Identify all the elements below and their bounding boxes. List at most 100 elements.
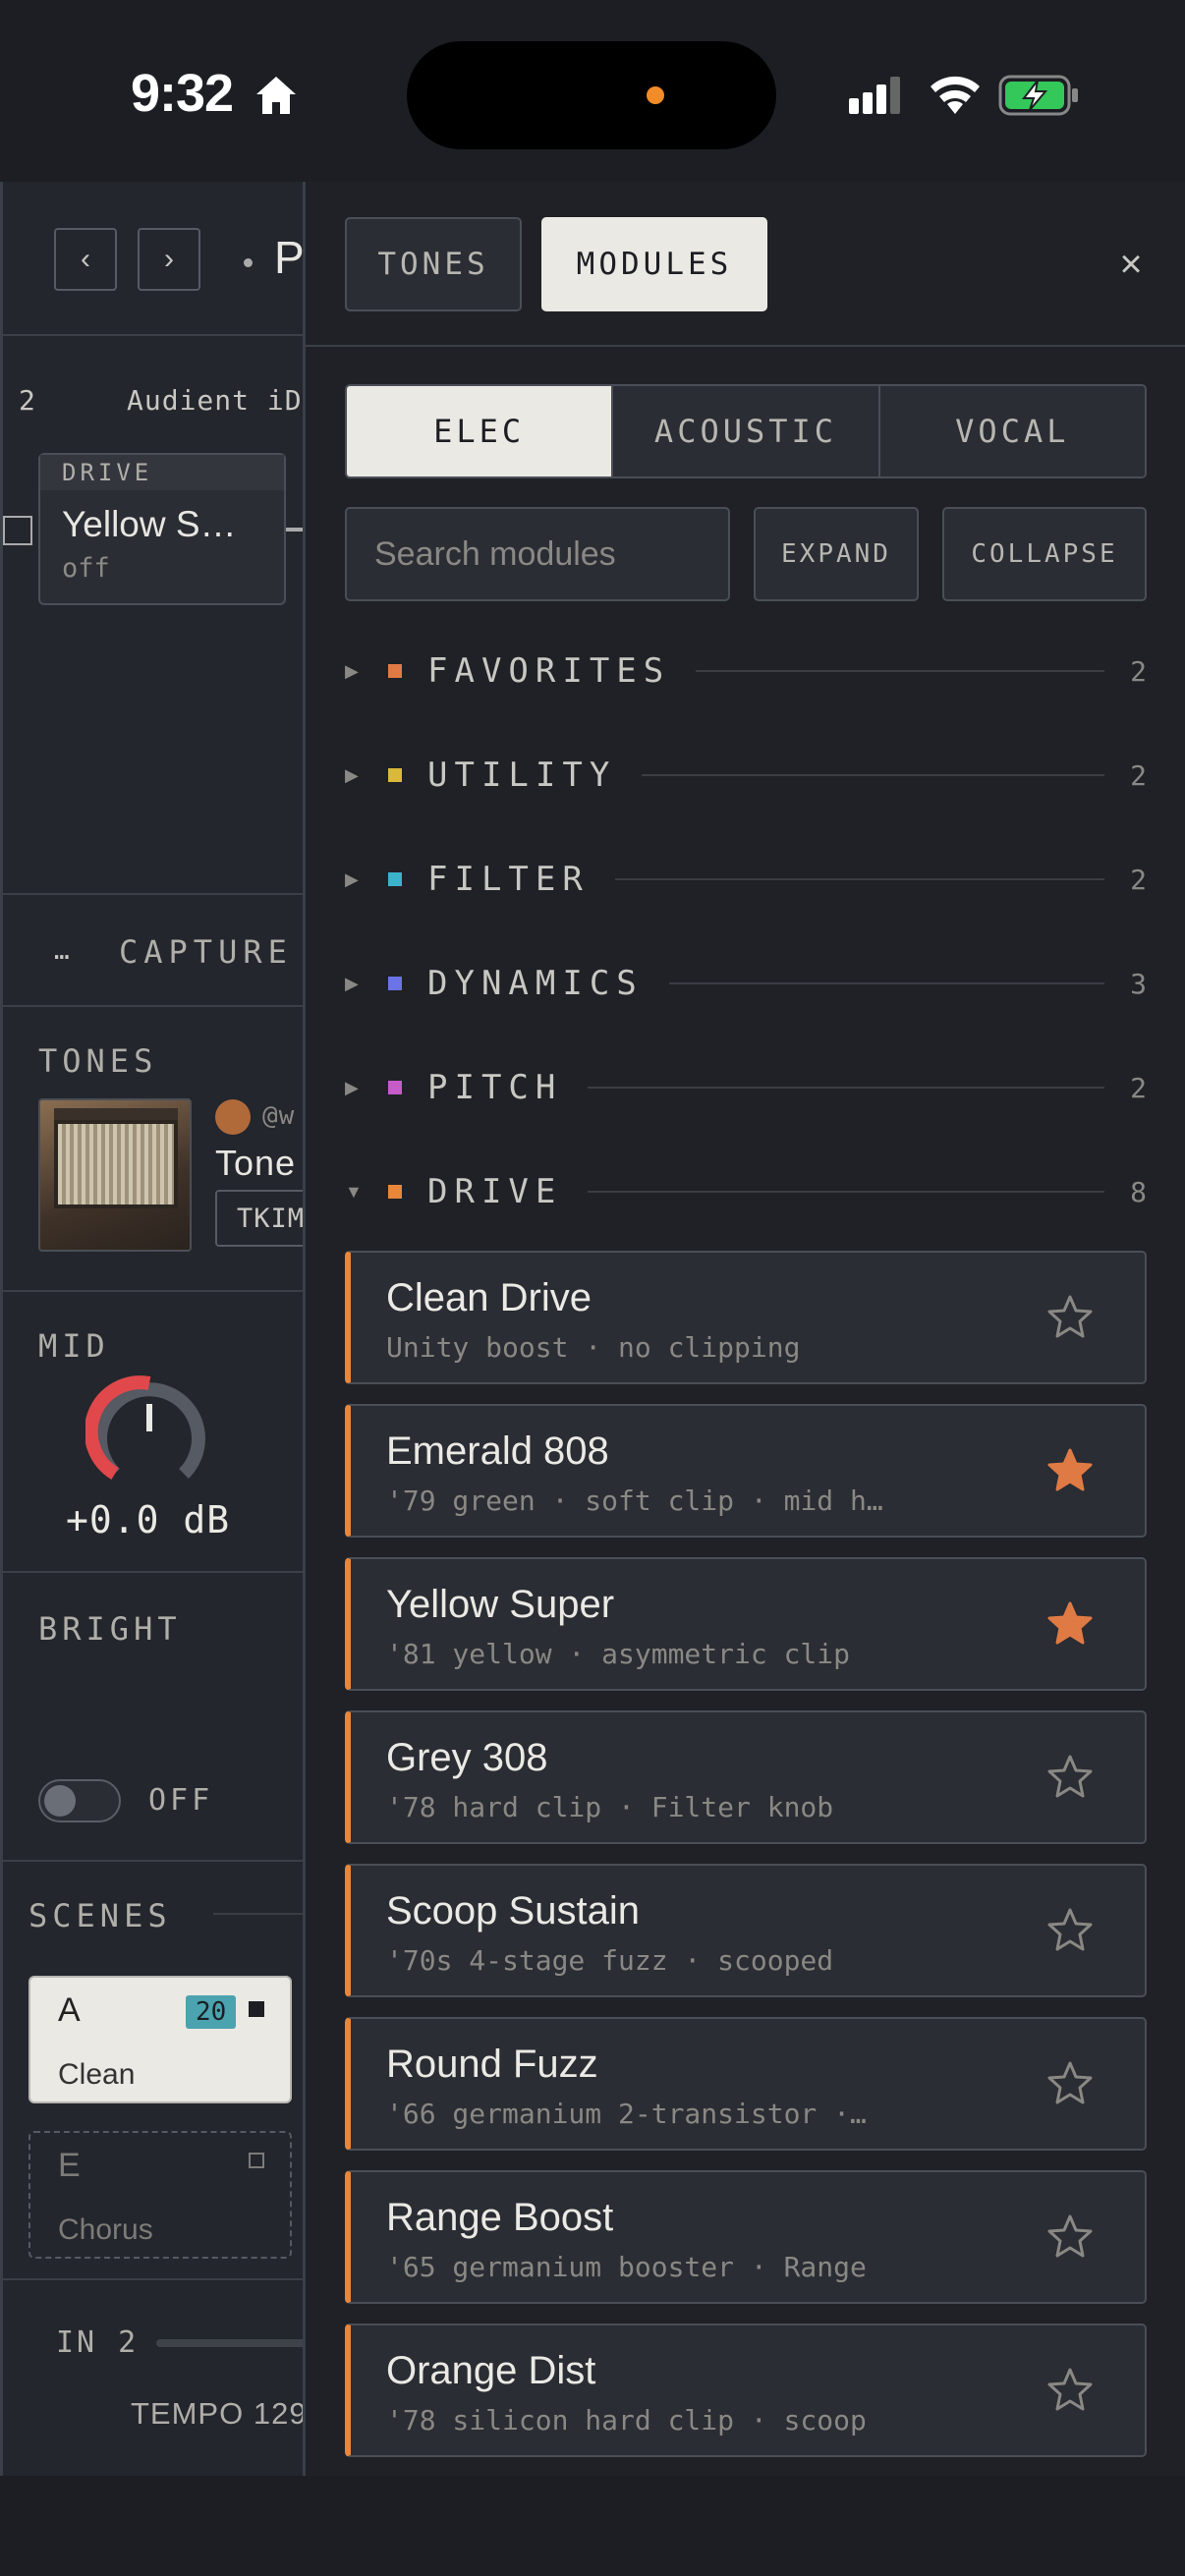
category-rule <box>696 670 1105 672</box>
star-outline-icon[interactable] <box>1044 1905 1096 1956</box>
module-description: '78 hard clip · Filter knob <box>386 1791 834 1823</box>
star-outline-icon[interactable] <box>1044 1752 1096 1803</box>
star-outline-icon[interactable] <box>1044 2058 1096 2109</box>
nav-next-button[interactable]: › <box>138 228 200 291</box>
drive-card-name: Yellow S… <box>62 504 237 544</box>
module-description: '65 germanium booster · Range <box>386 2251 867 2283</box>
category-name: PITCH <box>427 1068 563 1107</box>
source-segmented-control: ELEC ACOUSTIC VOCAL <box>345 384 1147 478</box>
tone-name: Tone <box>215 1143 297 1183</box>
category-color-swatch <box>388 1185 402 1199</box>
signal-node <box>3 516 32 545</box>
search-input[interactable] <box>345 507 730 601</box>
scene-a-badge: 20 <box>186 1995 237 2029</box>
tempo-label[interactable]: TEMPO 129 <box>131 2396 308 2432</box>
divider <box>3 1290 308 1292</box>
bright-label: BRIGHT <box>38 1610 182 1648</box>
bright-toggle[interactable] <box>38 1779 121 1822</box>
scene-e-letter: E <box>58 2147 81 2184</box>
star-filled-icon[interactable] <box>1044 1598 1096 1650</box>
scenes-label: SCENES <box>28 1897 172 1934</box>
category-rule <box>614 878 1105 880</box>
scene-e-card[interactable]: E Chorus <box>28 2131 292 2259</box>
category-count: 2 <box>1130 863 1147 896</box>
mid-knob[interactable] <box>85 1369 213 1496</box>
category-color-swatch <box>388 977 402 990</box>
module-item[interactable]: Grey 308 '78 hard clip · Filter knob <box>345 1710 1147 1844</box>
input-level-meter <box>156 2339 308 2347</box>
tones-section-label: TONES <box>38 1042 158 1080</box>
module-name: Range Boost <box>386 2196 614 2239</box>
module-item[interactable]: Yellow Super '81 yellow · asymmetric clip <box>345 1557 1147 1691</box>
home-icon <box>256 77 296 114</box>
module-name: Grey 308 <box>386 1736 548 1779</box>
collapse-button[interactable]: COLLAPSE <box>942 507 1147 601</box>
close-icon[interactable]: × <box>1100 233 1162 296</box>
segment-vocal[interactable]: VOCAL <box>879 386 1145 476</box>
category-rule <box>588 1191 1105 1193</box>
chevron-right-icon: ▶ <box>345 973 359 993</box>
scene-a-name: Clean <box>58 2058 136 2091</box>
scene-e-name: Chorus <box>58 2213 153 2246</box>
segment-acoustic[interactable]: ACOUSTIC <box>613 386 880 476</box>
tone-user-avatar <box>215 1099 251 1135</box>
mid-value: +0.0 dB <box>66 1498 231 1541</box>
category-favorites[interactable]: ▶ FAVORITES 2 <box>345 642 1147 700</box>
scene-e-square-icon <box>249 2153 264 2168</box>
scene-a-square-icon <box>249 2001 264 2017</box>
category-color-swatch <box>388 872 402 886</box>
module-item[interactable]: Range Boost '65 germanium booster · Range <box>345 2170 1147 2304</box>
chevron-right-icon: ▶ <box>345 764 359 785</box>
category-count: 2 <box>1130 654 1147 688</box>
chevron-right-icon: ▶ <box>345 868 359 889</box>
category-color-swatch <box>388 664 402 678</box>
expand-button[interactable]: EXPAND <box>754 507 919 601</box>
star-outline-icon[interactable] <box>1044 2212 1096 2263</box>
battery-charging-icon <box>998 75 1078 116</box>
capture-more-icon[interactable]: … <box>54 936 71 966</box>
panel-divider <box>306 345 1185 347</box>
category-count: 8 <box>1130 1175 1147 1208</box>
module-description: Unity boost · no clipping <box>386 1331 801 1364</box>
modules-panel: TONES MODULES × ELEC ACOUSTIC VOCAL EXPA… <box>303 182 1185 2476</box>
scene-a-letter: A <box>58 1991 81 2029</box>
scenes-rule <box>213 1913 308 1915</box>
category-count: 2 <box>1130 758 1147 792</box>
category-count: 3 <box>1130 967 1147 1000</box>
drive-module-card[interactable]: DRIVE Yellow S… off <box>38 453 286 605</box>
category-count: 2 <box>1130 1071 1147 1104</box>
nav-prev-button[interactable]: ‹ <box>54 228 117 291</box>
chevron-down-icon: ▼ <box>345 1181 363 1202</box>
star-filled-icon[interactable] <box>1044 1445 1096 1496</box>
module-name: Yellow Super <box>386 1583 615 1626</box>
category-drive[interactable]: ▼ DRIVE 8 <box>345 1162 1147 1221</box>
drive-card-header: DRIVE <box>40 455 284 490</box>
module-item[interactable]: Emerald 808 '79 green · soft clip · mid h… <box>345 1404 1147 1538</box>
star-outline-icon[interactable] <box>1044 2365 1096 2416</box>
cellular-signal-icon <box>849 77 900 114</box>
module-item[interactable]: Orange Dist '78 silicon hard clip · scoop <box>345 2324 1147 2457</box>
tone-thumbnail[interactable] <box>38 1098 192 1252</box>
category-filter[interactable]: ▶ FILTER 2 <box>345 850 1147 909</box>
module-description: '70s 4-stage fuzz · scooped <box>386 1944 834 1977</box>
tab-modules[interactable]: MODULES <box>541 217 767 311</box>
category-name: FAVORITES <box>427 651 671 691</box>
module-item[interactable]: Clean Drive Unity boost · no clipping <box>345 1251 1147 1384</box>
scene-a-card[interactable]: A 20 Clean <box>28 1976 292 2103</box>
module-item[interactable]: Round Fuzz '66 germanium 2-transistor ·… <box>345 2017 1147 2151</box>
category-dynamics[interactable]: ▶ DYNAMICS 3 <box>345 954 1147 1013</box>
category-rule <box>642 774 1105 776</box>
star-outline-icon[interactable] <box>1044 1292 1096 1343</box>
module-item[interactable]: Scoop Sustain '70s 4-stage fuzz · scooped <box>345 1864 1147 1997</box>
tab-tones[interactable]: TONES <box>345 217 522 311</box>
category-utility[interactable]: ▶ UTILITY 2 <box>345 746 1147 805</box>
background-app: ‹ › P 2 Audient iD DRIVE Yellow S… off …… <box>0 182 323 2476</box>
capture-label[interactable]: CAPTURE <box>119 933 293 971</box>
chevron-right-icon: ▶ <box>345 1077 359 1097</box>
category-name: DRIVE <box>427 1172 563 1211</box>
input-number: 2 <box>19 384 36 417</box>
category-pitch[interactable]: ▶ PITCH 2 <box>345 1058 1147 1117</box>
segment-elec[interactable]: ELEC <box>347 386 614 476</box>
dynamic-island <box>407 41 776 149</box>
drive-card-state: off <box>62 553 110 584</box>
